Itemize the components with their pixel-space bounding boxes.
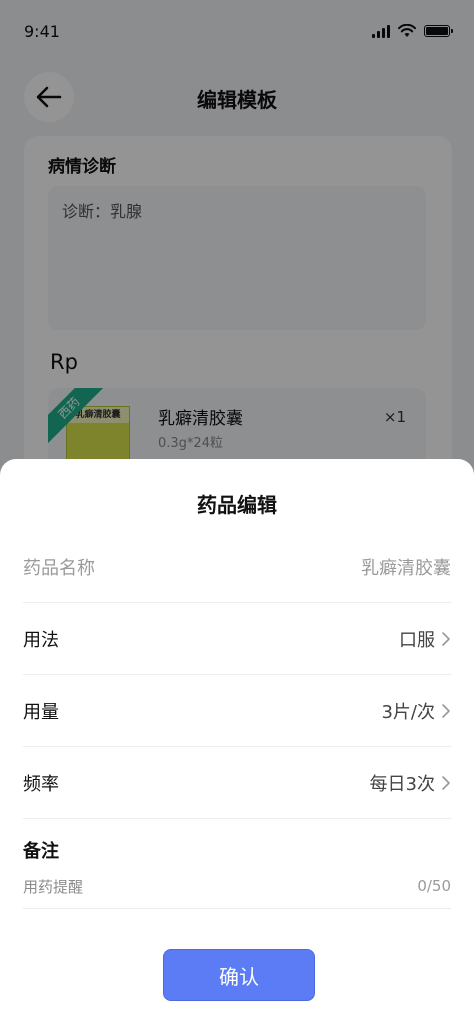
- note-label: 备注: [23, 841, 59, 862]
- chevron-right-icon: [442, 775, 450, 790]
- field-usage[interactable]: 用法 口服: [23, 603, 451, 675]
- chevron-right-icon: [442, 703, 450, 718]
- confirm-button[interactable]: 确认: [163, 949, 315, 1001]
- field-label: 频率: [23, 773, 59, 795]
- field-drug-name: 药品名称 乳癖清胶囊: [23, 531, 451, 603]
- chevron-right-icon: [442, 631, 450, 646]
- note-char-count: 0/50: [417, 877, 451, 895]
- field-frequency[interactable]: 频率 每日3次: [23, 747, 451, 819]
- sheet-title: 药品编辑: [197, 493, 277, 517]
- field-value: 每日3次: [369, 773, 435, 795]
- field-note: 备注 0/50: [23, 829, 451, 909]
- note-input[interactable]: [23, 875, 383, 899]
- field-value: 乳癖清胶囊: [361, 557, 451, 579]
- drug-edit-sheet: 药品编辑 药品名称 乳癖清胶囊 用法 口服 用量 3片/次 频率 每日3次 备注…: [0, 459, 474, 1026]
- field-label: 用法: [23, 629, 59, 651]
- field-value: 口服: [399, 629, 435, 651]
- field-label: 用量: [23, 701, 59, 723]
- field-dosage[interactable]: 用量 3片/次: [23, 675, 451, 747]
- field-label: 药品名称: [23, 557, 95, 579]
- field-value: 3片/次: [381, 701, 435, 723]
